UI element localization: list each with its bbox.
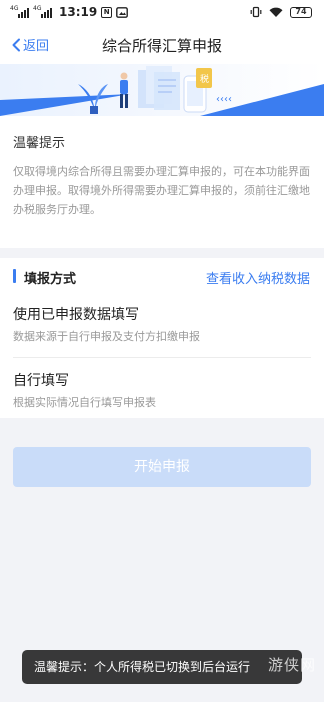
filing-method-section: 填报方式 查看收入纳税数据 使用已申报数据填写 数据来源于自行申报及支付方扣缴申… <box>0 258 324 418</box>
wifi-icon <box>269 7 283 17</box>
option-description: 数据来源于自行申报及支付方扣缴申报 <box>13 330 200 343</box>
notice-card: 温馨提示 仅取得境内综合所得且需要办理汇算申报的，可在本功能界面办理申报。取得境… <box>0 116 324 248</box>
signal-icon: 4G <box>10 5 29 18</box>
sim1-network-type: 4G <box>10 5 19 12</box>
option-title: 使用已申报数据填写 <box>13 307 139 323</box>
section-title: 填报方式 <box>24 272 77 287</box>
section-accent-bar <box>13 269 16 283</box>
option-use-declared-data[interactable]: 使用已申报数据填写 数据来源于自行申报及支付方扣缴申报 <box>0 294 324 352</box>
notice-title: 温馨提示 <box>13 136 66 151</box>
vibrate-icon <box>250 6 262 18</box>
svg-text:‹‹‹‹: ‹‹‹‹ <box>216 94 232 105</box>
option-self-fill[interactable]: 自行填写 根据实际情况自行填写申报表 <box>0 360 324 418</box>
view-income-tax-data-link[interactable]: 查看收入纳税数据 <box>206 268 310 287</box>
notice-body: 仅取得境内综合所得且需要办理汇算申报的，可在本功能界面办理申报。取得境外所得需要… <box>13 165 310 216</box>
page-title: 综合所得汇算申报 <box>101 37 222 55</box>
banner-graphic: 税 ‹‹‹‹ <box>0 64 324 116</box>
toast-message: 温馨提示：个人所得税已切换到后台运行 <box>22 650 302 684</box>
status-left: 4G 4G 13:19 N <box>10 5 129 19</box>
status-right: 74 <box>250 6 312 18</box>
start-declaration-button[interactable]: 开始申报 <box>13 447 311 487</box>
nfc-icon: N <box>101 6 113 18</box>
status-bar: 4G 4G 13:19 N 74 <box>0 0 324 26</box>
battery-icon: 74 <box>290 6 312 18</box>
section-header: 填报方式 查看收入纳税数据 <box>0 258 324 294</box>
image-icon <box>116 6 129 18</box>
status-time: 13:19 <box>59 5 98 19</box>
option-description: 根据实际情况自行填写申报表 <box>13 396 156 409</box>
nav-bar: 返回 综合所得汇算申报 <box>0 26 324 64</box>
watermark: 游侠网 <box>267 656 316 674</box>
svg-text:税: 税 <box>200 73 209 85</box>
signal-icon-2: 4G <box>33 5 52 18</box>
sim2-network-type: 4G <box>33 5 42 12</box>
divider <box>13 357 311 358</box>
banner-illustration: 税 ‹‹‹‹ <box>0 64 324 116</box>
option-title: 自行填写 <box>13 373 69 389</box>
